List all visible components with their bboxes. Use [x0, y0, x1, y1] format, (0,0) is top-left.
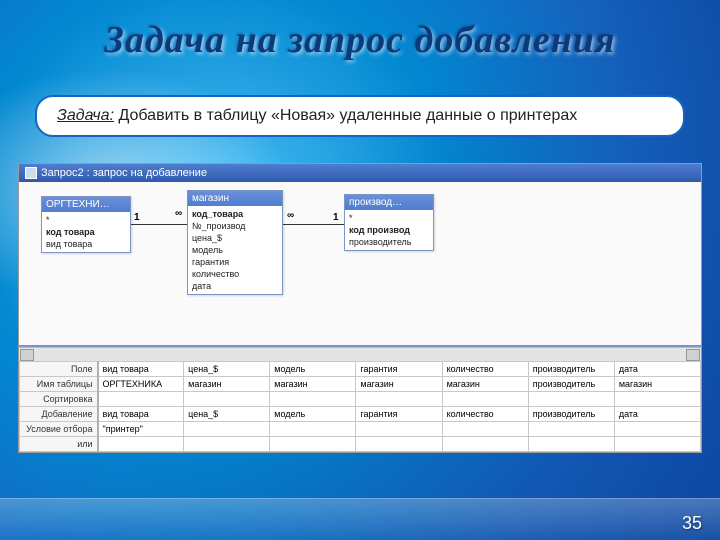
- cell[interactable]: [184, 392, 270, 407]
- cell[interactable]: [98, 437, 184, 452]
- cell[interactable]: магазин: [356, 377, 442, 392]
- table-caption: ОРГТЕХНИ…: [42, 197, 130, 212]
- cell[interactable]: [614, 437, 700, 452]
- cell[interactable]: [270, 437, 356, 452]
- field[interactable]: вид товара: [46, 238, 126, 250]
- table-proizvod[interactable]: производ… * код производ производитель: [344, 194, 434, 251]
- cell[interactable]: [614, 392, 700, 407]
- grid-row-sort: Сортировка: [20, 392, 701, 407]
- cell[interactable]: [442, 392, 528, 407]
- cell[interactable]: магазин: [614, 377, 700, 392]
- row-label: Условие отбора: [20, 422, 98, 437]
- table-fields: * код производ производитель: [345, 210, 433, 250]
- window-titlebar[interactable]: Запрос2 : запрос на добавление: [19, 164, 701, 182]
- table-fields: код_товара №_производ цена_$ модель гара…: [188, 206, 282, 294]
- field[interactable]: гарантия: [192, 256, 278, 268]
- window-icon: [25, 167, 37, 179]
- table-caption: производ…: [345, 195, 433, 210]
- row-label: Добавление: [20, 407, 98, 422]
- scroll-left-button[interactable]: [20, 349, 34, 361]
- cell[interactable]: вид товара: [98, 407, 184, 422]
- cell[interactable]: дата: [614, 407, 700, 422]
- scroll-right-button[interactable]: [686, 349, 700, 361]
- cell[interactable]: количество: [442, 407, 528, 422]
- cell[interactable]: [270, 392, 356, 407]
- cell[interactable]: [356, 392, 442, 407]
- grid-row-field: Поле вид товара цена_$ модель гарантия к…: [20, 362, 701, 377]
- grid-row-table: Имя таблицы ОРГТЕХНИКА магазин магазин м…: [20, 377, 701, 392]
- cell[interactable]: модель: [270, 362, 356, 377]
- cell[interactable]: [614, 422, 700, 437]
- row-label: или: [20, 437, 98, 452]
- grid-row-or: или: [20, 437, 701, 452]
- cell[interactable]: магазин: [442, 377, 528, 392]
- cell[interactable]: [356, 437, 442, 452]
- table-orgtekhnika[interactable]: ОРГТЕХНИ… * код товара вид товара: [41, 196, 131, 253]
- slide-title: Задача на запрос добавления: [0, 18, 720, 62]
- cell[interactable]: магазин: [270, 377, 356, 392]
- cell[interactable]: производитель: [528, 362, 614, 377]
- cell[interactable]: дата: [614, 362, 700, 377]
- window-title: Запрос2 : запрос на добавление: [41, 167, 207, 179]
- relationship-many: ∞: [287, 210, 294, 221]
- relationship-line: [131, 224, 187, 225]
- cell[interactable]: [184, 437, 270, 452]
- slide-footer: [0, 498, 720, 540]
- relationship-one: 1: [333, 212, 339, 223]
- field[interactable]: *: [349, 212, 429, 224]
- cell[interactable]: гарантия: [356, 362, 442, 377]
- task-text: Добавить в таблицу «Новая» удаленные дан…: [114, 107, 577, 124]
- field[interactable]: дата: [192, 280, 278, 292]
- cell[interactable]: [356, 422, 442, 437]
- field[interactable]: №_производ: [192, 220, 278, 232]
- relationship-line: [283, 224, 344, 225]
- row-label: Имя таблицы: [20, 377, 98, 392]
- cell[interactable]: гарантия: [356, 407, 442, 422]
- field[interactable]: код производ: [349, 224, 429, 236]
- cell[interactable]: [528, 422, 614, 437]
- cell[interactable]: производитель: [528, 407, 614, 422]
- cell[interactable]: ОРГТЕХНИКА: [98, 377, 184, 392]
- field[interactable]: производитель: [349, 236, 429, 248]
- field[interactable]: *: [46, 214, 126, 226]
- cell[interactable]: производитель: [528, 377, 614, 392]
- cell[interactable]: [98, 392, 184, 407]
- cell[interactable]: цена_$: [184, 362, 270, 377]
- row-label: Сортировка: [20, 392, 98, 407]
- relationship-one: 1: [134, 212, 140, 223]
- field[interactable]: количество: [192, 268, 278, 280]
- table-magazin[interactable]: магазин код_товара №_производ цена_$ мод…: [187, 190, 283, 295]
- field[interactable]: код товара: [46, 226, 126, 238]
- cell[interactable]: [528, 392, 614, 407]
- cell[interactable]: [270, 422, 356, 437]
- relationships-pane[interactable]: ОРГТЕХНИ… * код товара вид товара магази…: [19, 182, 701, 347]
- cell[interactable]: [528, 437, 614, 452]
- task-box: Задача: Добавить в таблицу «Новая» удале…: [35, 95, 685, 137]
- cell[interactable]: модель: [270, 407, 356, 422]
- qbe-grid[interactable]: Поле вид товара цена_$ модель гарантия к…: [19, 361, 701, 452]
- relationship-many: ∞: [175, 208, 182, 219]
- row-label: Поле: [20, 362, 98, 377]
- cell[interactable]: [442, 422, 528, 437]
- table-caption: магазин: [188, 191, 282, 206]
- horizontal-scrollbar[interactable]: [19, 347, 701, 361]
- cell[interactable]: [184, 422, 270, 437]
- field[interactable]: цена_$: [192, 232, 278, 244]
- table-fields: * код товара вид товара: [42, 212, 130, 252]
- cell[interactable]: цена_$: [184, 407, 270, 422]
- query-designer-window: Запрос2 : запрос на добавление ОРГТЕХНИ……: [18, 163, 702, 453]
- cell[interactable]: магазин: [184, 377, 270, 392]
- field[interactable]: модель: [192, 244, 278, 256]
- grid-row-append: Добавление вид товара цена_$ модель гара…: [20, 407, 701, 422]
- grid-row-criteria: Условие отбора "принтер": [20, 422, 701, 437]
- qbe-table: Поле вид товара цена_$ модель гарантия к…: [19, 361, 701, 452]
- cell[interactable]: [442, 437, 528, 452]
- cell[interactable]: "принтер": [98, 422, 184, 437]
- cell[interactable]: количество: [442, 362, 528, 377]
- cell[interactable]: вид товара: [98, 362, 184, 377]
- page-number: 35: [682, 513, 702, 534]
- field[interactable]: код_товара: [192, 208, 278, 220]
- task-label: Задача:: [57, 107, 114, 124]
